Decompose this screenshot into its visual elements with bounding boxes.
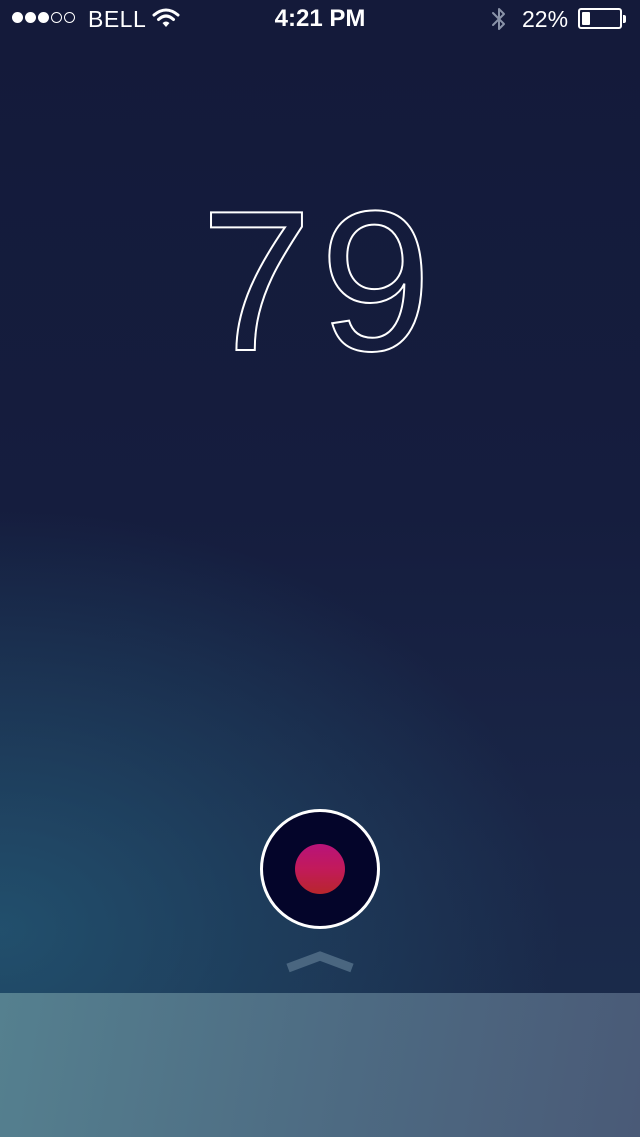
main-value: 79 — [200, 170, 440, 393]
app-screen: BELL 4:21 PM 22% 79 — [0, 0, 640, 1137]
battery-percentage: 22% — [522, 6, 569, 32]
chevron-up-icon[interactable] — [284, 944, 356, 974]
battery-tip — [623, 15, 626, 23]
bluetooth-icon — [492, 8, 505, 30]
battery-icon — [578, 8, 622, 29]
bottom-drawer[interactable] — [0, 993, 640, 1137]
record-icon — [295, 844, 345, 894]
status-bar: BELL 4:21 PM 22% — [0, 0, 640, 40]
battery-level-fill — [582, 12, 590, 25]
record-button[interactable] — [260, 809, 380, 929]
